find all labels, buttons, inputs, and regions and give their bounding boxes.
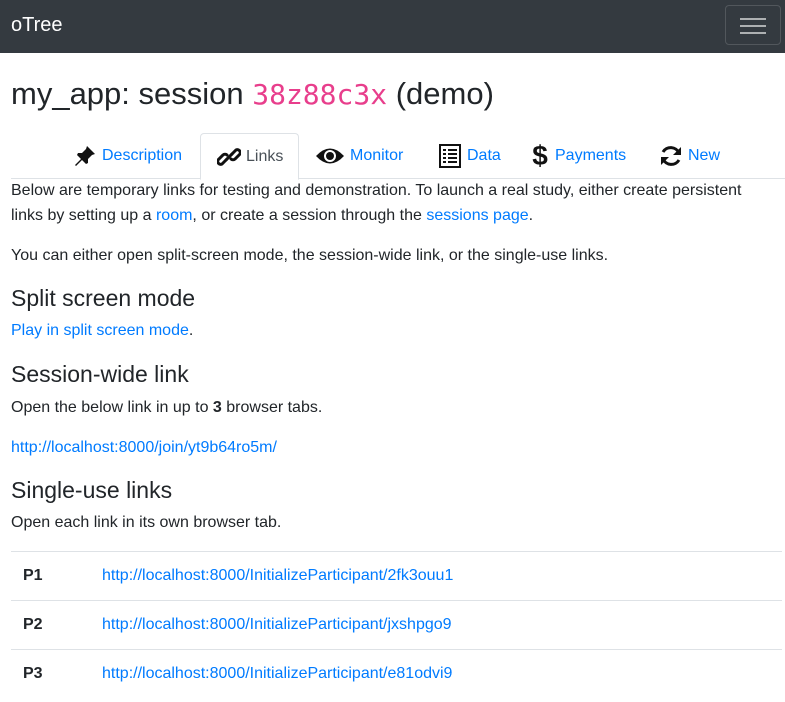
tab-label: New [688, 147, 721, 164]
session-wide-link[interactable]: http://localhost:8000/join/yt9b64ro5m/ [11, 439, 277, 456]
session-wide-url-row: http://localhost:8000/join/yt9b64ro5m/ [11, 435, 277, 461]
session-wide-heading: Session-wide link [11, 361, 189, 387]
brand-link[interactable]: oTree [11, 12, 63, 38]
eye-icon [314, 143, 346, 169]
intro-text: . [528, 207, 534, 224]
split-screen-text: Play in split screen mode. [11, 318, 193, 344]
tab-links[interactable]: Links [200, 133, 300, 180]
table-row: P1 http://localhost:8000/InitializeParti… [11, 551, 782, 600]
tab-label: Data [467, 147, 501, 164]
menu-toggle-button[interactable] [725, 5, 781, 45]
sessions-page-link[interactable]: sessions page [426, 207, 528, 224]
tab-data[interactable]: Data [437, 133, 501, 179]
navbar: oTree [0, 0, 785, 53]
tab-monitor[interactable]: Monitor [314, 133, 403, 179]
link-icon [216, 144, 242, 170]
tab-count: 3 [212, 399, 222, 416]
refresh-icon [658, 143, 684, 169]
split-text-suffix: . [188, 322, 194, 339]
title-suffix: (demo) [387, 76, 494, 111]
tab-payments[interactable]: $ Payments [529, 133, 626, 179]
intro-text: , or create a session through the [192, 207, 427, 224]
single-use-heading: Single-use links [11, 477, 173, 503]
tab-bar: Description Links Monitor Data $ Payment… [11, 133, 785, 180]
tab-label: Monitor [350, 147, 404, 164]
table-row: P3 http://localhost:8000/InitializeParti… [11, 649, 782, 698]
intro-text: links by setting up a [11, 207, 156, 224]
hamburger-icon-bar [740, 25, 766, 27]
title-prefix: my_app: session [11, 76, 253, 111]
choice-text: You can either open split-screen mode, t… [11, 247, 609, 264]
hamburger-icon-bar [740, 32, 766, 34]
session-code: 38z88c3x [252, 78, 388, 111]
dollar-icon: $ [532, 140, 548, 171]
intro-line-1: Below are temporary links for testing an… [11, 182, 742, 199]
single-use-links-table: P1 http://localhost:8000/InitializeParti… [11, 551, 782, 698]
participant-label: P2 [23, 616, 43, 633]
participant-label: P3 [23, 665, 43, 682]
participant-link[interactable]: http://localhost:8000/InitializeParticip… [102, 564, 453, 588]
page-title: my_app: session 38z88c3x (demo) [11, 72, 494, 117]
session-wide-text-pre: Open the below link in up to [11, 399, 213, 416]
session-wide-text-post: browser tabs. [221, 399, 323, 416]
participant-label: P1 [23, 567, 43, 584]
hamburger-icon-bar [740, 18, 766, 20]
room-link[interactable]: room [156, 207, 192, 224]
split-screen-link[interactable]: Play in split screen mode [11, 322, 189, 339]
intro-line-2: links by setting up a room, or create a … [11, 203, 533, 229]
participant-link[interactable]: http://localhost:8000/InitializeParticip… [102, 613, 452, 637]
participant-link[interactable]: http://localhost:8000/InitializeParticip… [102, 662, 452, 686]
table-row: P2 http://localhost:8000/InitializeParti… [11, 600, 782, 649]
tab-new[interactable]: New [658, 133, 720, 179]
tab-label: Links [246, 147, 284, 165]
pushpin-icon [72, 143, 98, 169]
session-wide-text: Open the below link in up to 3 browser t… [11, 395, 322, 421]
split-screen-heading: Split screen mode [11, 285, 196, 311]
single-use-text: Open each link in its own browser tab. [11, 514, 282, 531]
tab-label: Description [102, 147, 183, 164]
list-table-icon [437, 143, 463, 169]
tab-description[interactable]: Description [72, 133, 182, 179]
tab-label: Payments [555, 147, 627, 164]
